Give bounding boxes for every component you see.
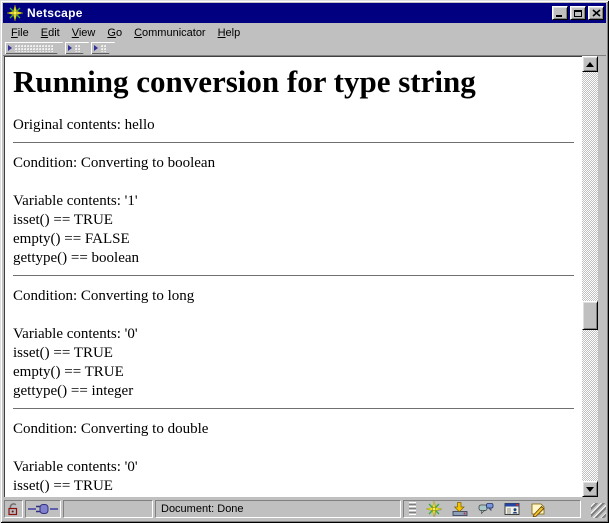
output-line: Variable contents: '1' bbox=[13, 193, 138, 209]
divider bbox=[13, 408, 574, 410]
expand-arrow-icon bbox=[94, 45, 98, 51]
toolbar-grip-texture bbox=[15, 45, 54, 52]
menu-communicator[interactable]: Communicator bbox=[128, 25, 212, 41]
address-book-icon[interactable] bbox=[504, 501, 520, 517]
output-line: Variable contents: '0' bbox=[13, 326, 138, 342]
scroll-up-button[interactable] bbox=[582, 56, 598, 72]
collapsed-toolbar-tab-3[interactable] bbox=[91, 42, 115, 54]
output-line: gettype() == boolean bbox=[13, 250, 140, 266]
scrollbar-thumb[interactable] bbox=[582, 301, 598, 330]
menu-view[interactable]: View bbox=[66, 25, 102, 41]
output-line: empty() == TRUE bbox=[13, 364, 124, 380]
netscape-logo-icon bbox=[6, 4, 24, 22]
maximize-icon bbox=[574, 9, 582, 17]
status-text: Document: Done bbox=[161, 503, 244, 515]
navigator-icon[interactable] bbox=[426, 501, 442, 517]
collapsed-toolbar-tab-2[interactable] bbox=[65, 42, 89, 54]
title-bar[interactable]: Netscape bbox=[3, 3, 606, 23]
output-line: Variable contents: '0' bbox=[13, 459, 138, 475]
menu-edit[interactable]: Edit bbox=[35, 25, 66, 41]
intro-line: Original contents: hello bbox=[13, 117, 155, 133]
minimize-button[interactable] bbox=[552, 6, 568, 20]
toolbar-grip-texture bbox=[75, 45, 80, 52]
condition-line: Condition: Converting to boolean bbox=[13, 155, 216, 171]
output-line: isset() == TRUE bbox=[13, 345, 113, 361]
inbox-icon[interactable] bbox=[452, 501, 468, 517]
online-plug-icon bbox=[28, 504, 58, 514]
output-line: gettype() == integer bbox=[13, 383, 134, 399]
online-status-button[interactable] bbox=[25, 500, 61, 518]
minimize-icon bbox=[556, 15, 562, 17]
status-bar: Document: Done bbox=[3, 499, 606, 519]
window-title: Netscape bbox=[27, 6, 83, 20]
page-heading: Running conversion for type string bbox=[13, 64, 476, 99]
scroll-up-arrow-icon bbox=[586, 61, 594, 67]
security-button[interactable] bbox=[4, 500, 23, 518]
close-icon bbox=[591, 9, 601, 17]
menu-bar: File Edit View Go Communicator Help bbox=[3, 24, 606, 41]
menu-help[interactable]: Help bbox=[212, 25, 247, 41]
expand-arrow-icon bbox=[8, 45, 12, 51]
window-resize-grip[interactable] bbox=[591, 503, 606, 518]
output-line: empty() == FALSE bbox=[13, 231, 130, 247]
condition-line: Condition: Converting to double bbox=[13, 421, 209, 437]
netscape-window: Netscape File Edit View Go Communicator … bbox=[0, 0, 609, 523]
menu-go[interactable]: Go bbox=[101, 25, 128, 41]
composer-icon[interactable] bbox=[530, 501, 546, 517]
scroll-down-button[interactable] bbox=[582, 481, 598, 497]
discussions-icon[interactable] bbox=[478, 501, 494, 517]
scroll-down-arrow-icon bbox=[586, 486, 594, 492]
close-button[interactable] bbox=[588, 6, 604, 20]
expand-arrow-icon bbox=[68, 45, 72, 51]
toolbar-grip-texture bbox=[101, 45, 106, 52]
menu-file[interactable]: File bbox=[5, 25, 35, 41]
document-body: Running conversion for type string Origi… bbox=[5, 64, 582, 496]
maximize-button[interactable] bbox=[570, 6, 586, 20]
output-line: isset() == TRUE bbox=[13, 212, 113, 228]
progress-bar bbox=[63, 500, 153, 518]
output-line: isset() == TRUE bbox=[13, 478, 113, 494]
status-message-panel: Document: Done bbox=[155, 500, 401, 518]
divider bbox=[13, 142, 574, 144]
component-bar bbox=[403, 500, 581, 518]
condition-line: Condition: Converting to long bbox=[13, 288, 195, 304]
window-controls bbox=[552, 6, 604, 20]
component-bar-handle[interactable] bbox=[409, 502, 416, 516]
security-lock-icon bbox=[7, 503, 17, 516]
divider bbox=[13, 275, 574, 277]
collapsed-toolbar-tab-1[interactable] bbox=[5, 42, 63, 54]
vertical-scrollbar bbox=[582, 56, 599, 497]
page-viewport: Running conversion for type string Origi… bbox=[4, 56, 582, 497]
collapsed-toolbars-strip bbox=[3, 41, 606, 56]
scrollbar-track[interactable] bbox=[582, 72, 598, 481]
